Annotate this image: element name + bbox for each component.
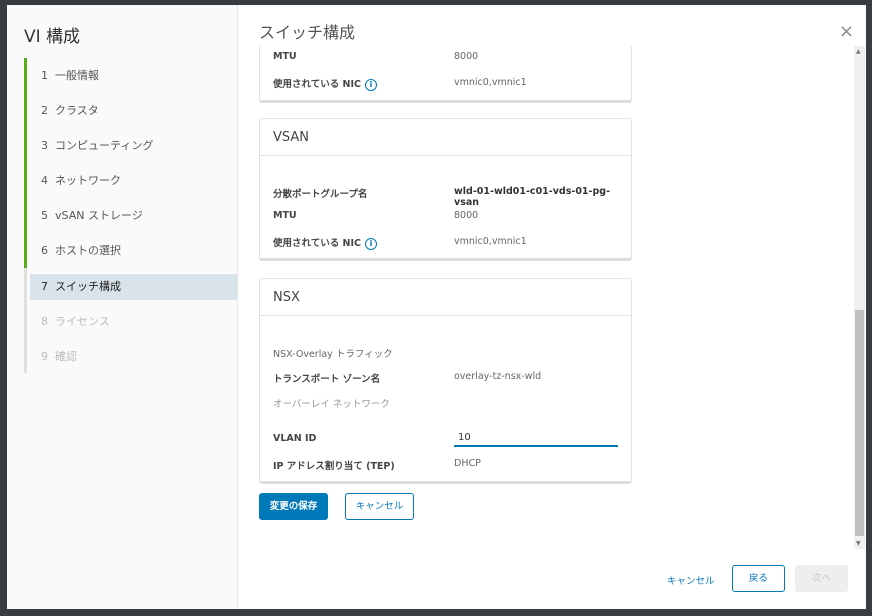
cancel-edit-button[interactable]: キャンセル bbox=[345, 493, 414, 520]
nic-value: vmnic0,vmnic1 bbox=[454, 236, 527, 247]
progress-completed bbox=[24, 58, 27, 268]
wizard-title: VI 構成 bbox=[24, 27, 81, 47]
info-icon[interactable]: i bbox=[364, 78, 377, 91]
vsan-card-title: VSAN bbox=[260, 119, 631, 156]
step-license: 8 ライセンス bbox=[41, 315, 110, 328]
step-cluster[interactable]: 2 クラスタ bbox=[30, 98, 238, 124]
nic-label: 使用されている NIC i bbox=[273, 235, 377, 250]
port-group-label: 分散ポートグループ名 bbox=[273, 189, 368, 200]
overlay-network-label: オーバーレイ ネットワーク bbox=[273, 399, 390, 410]
save-changes-button[interactable]: 変更の保存 bbox=[259, 493, 328, 520]
vsan-card: VSAN 分散ポートグループ名 wld-01-wld01-c01-vds-01-… bbox=[259, 118, 632, 261]
next-button: 次へ bbox=[795, 565, 848, 592]
nsx-card: NSX NSX-Overlay トラフィック トランスポート ゾーン名 over… bbox=[259, 278, 632, 484]
ip-assignment-label: IP アドレス割り当て (TEP) bbox=[273, 461, 395, 472]
step-general[interactable]: 1 一般情報 bbox=[30, 63, 238, 89]
vlan-id-input[interactable] bbox=[454, 429, 618, 447]
port-group-value: wld-01-wld01-c01-vds-01-pg-vsan bbox=[454, 186, 611, 208]
vlan-id-label: VLAN ID bbox=[273, 433, 317, 444]
wizard-sidebar: VI 構成 1 一般情報 2 クラスタ 3 コンピューティング 4 ネットワーク… bbox=[7, 5, 238, 609]
step-review: 9 確認 bbox=[41, 350, 77, 363]
page-title: スイッチ構成 bbox=[259, 23, 356, 42]
nic-label: 使用されている NIC i bbox=[273, 76, 377, 91]
transport-zone-label: トランスポート ゾーン名 bbox=[273, 374, 381, 385]
previous-switch-card: MTU 8000 使用されている NIC i vmnic0,vmnic1 bbox=[259, 46, 632, 103]
footer-cancel-link[interactable]: キャンセル bbox=[667, 573, 715, 587]
nsx-card-title: NSX bbox=[260, 279, 631, 316]
mtu-value: 8000 bbox=[454, 51, 479, 62]
mtu-value: 8000 bbox=[454, 210, 479, 221]
vi-configuration-wizard: VI 構成 1 一般情報 2 クラスタ 3 コンピューティング 4 ネットワーク… bbox=[7, 5, 866, 609]
content-scroll-area: MTU 8000 使用されている NIC i vmnic0,vmnic1 VSAN… bbox=[247, 46, 865, 549]
ip-assignment-value: DHCP bbox=[454, 458, 481, 469]
nic-value: vmnic0,vmnic1 bbox=[454, 77, 527, 88]
step-vsan-storage[interactable]: 5 vSAN ストレージ bbox=[30, 203, 238, 229]
overlay-traffic-label: NSX-Overlay トラフィック bbox=[273, 349, 393, 360]
transport-zone-value: overlay-tz-nsx-wld bbox=[454, 371, 542, 382]
step-network[interactable]: 4 ネットワーク bbox=[30, 168, 238, 194]
back-button[interactable]: 戻る bbox=[732, 565, 785, 592]
close-icon[interactable]: × bbox=[839, 21, 854, 42]
step-host-selection[interactable]: 6 ホストの選択 bbox=[30, 238, 238, 264]
mtu-label: MTU bbox=[273, 51, 297, 62]
scrollbar-thumb[interactable] bbox=[855, 310, 864, 536]
step-compute[interactable]: 3 コンピューティング bbox=[30, 133, 238, 159]
scrollbar[interactable]: ▲ ▼ bbox=[854, 46, 865, 549]
scroll-up-icon[interactable]: ▲ bbox=[856, 48, 861, 55]
step-switch-config[interactable]: 7 スイッチ構成 bbox=[30, 274, 238, 300]
mtu-label: MTU bbox=[273, 210, 297, 221]
scroll-down-icon[interactable]: ▼ bbox=[856, 540, 861, 547]
info-icon[interactable]: i bbox=[364, 237, 377, 250]
